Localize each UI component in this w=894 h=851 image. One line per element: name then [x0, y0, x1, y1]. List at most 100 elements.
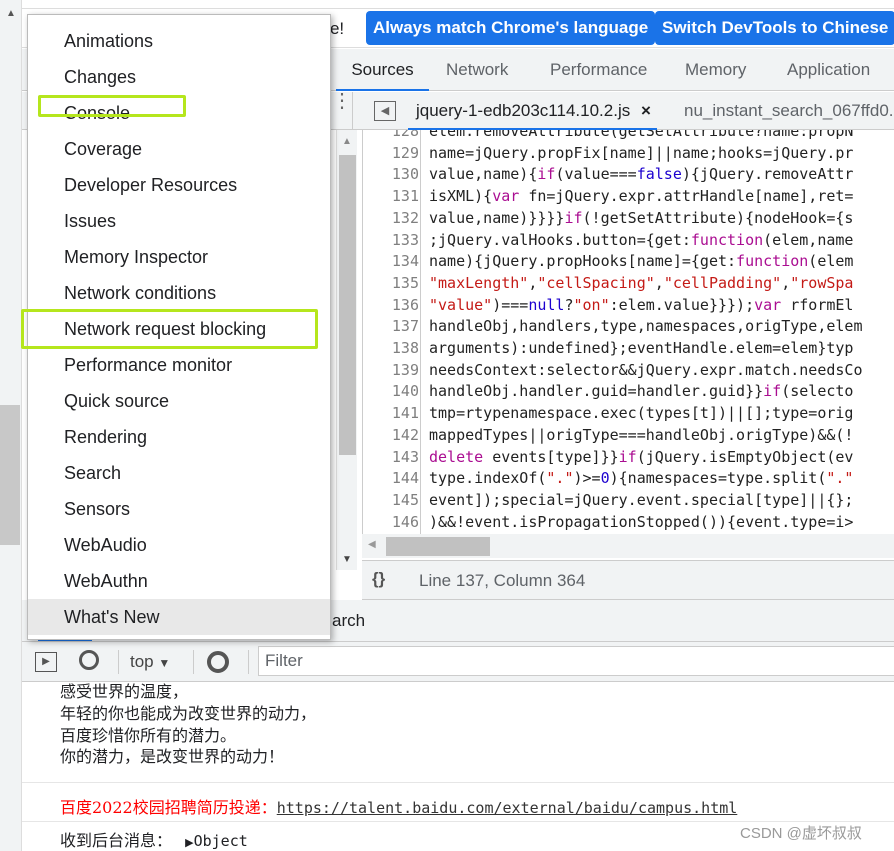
menu-item-developer-resources[interactable]: Developer Resources — [28, 167, 330, 203]
left-edge-scrollbar[interactable]: ▲ — [0, 0, 22, 851]
code-token: rformEl — [781, 295, 854, 314]
line-number[interactable]: 130 — [363, 165, 419, 183]
code-line[interactable]: mappedTypes||origType===handleObj.origTy… — [429, 426, 853, 444]
scroll-left-icon[interactable]: ◀ — [368, 539, 376, 550]
pretty-print-icon[interactable]: {} — [372, 569, 385, 589]
code-token: )&&!event.isPropagationStopped()){event.… — [429, 512, 854, 531]
line-number[interactable]: 138 — [363, 339, 419, 357]
code-line[interactable]: needsContext:selector&&jQuery.expr.match… — [429, 361, 862, 379]
code-line[interactable]: value,name){if(value===false){jQuery.rem… — [429, 165, 853, 183]
code-line[interactable]: elem.removeAttribute(getSetAttribute?nam… — [429, 130, 853, 140]
menu-item-what-s-new[interactable]: What's New — [28, 599, 330, 635]
code-line[interactable]: name=jQuery.propFix[name]||name;hooks=jQ… — [429, 144, 853, 162]
line-number[interactable]: 137 — [363, 317, 419, 335]
editor-tab-label: jquery-1-edb203c114.10.2.js — [416, 101, 631, 120]
editor-horizontal-scrollbar[interactable]: ◀ — [362, 534, 894, 558]
code-token: (elem,name — [763, 230, 854, 249]
always-match-language-button[interactable]: Always match Chrome's language — [366, 11, 656, 45]
line-number[interactable]: 131 — [363, 187, 419, 205]
line-number[interactable]: 141 — [363, 404, 419, 422]
code-line[interactable]: delete events[type]}}if(jQuery.isEmptyOb… — [429, 448, 853, 466]
code-editor[interactable]: 128 elem.removeAttribute(getSetAttribute?… — [362, 130, 894, 534]
line-number[interactable]: 143 — [363, 448, 419, 466]
menu-item-network-conditions[interactable]: Network conditions — [28, 275, 330, 311]
scrollbar-thumb[interactable] — [386, 537, 490, 556]
menu-item-animations[interactable]: Animations — [28, 23, 330, 59]
console-filter-input[interactable]: Filter — [258, 646, 894, 676]
scroll-up-icon[interactable]: ▲ — [6, 8, 16, 19]
object-preview[interactable]: Object — [194, 832, 248, 850]
line-number[interactable]: 134 — [363, 252, 419, 270]
code-line[interactable]: )&&!event.isPropagationStopped()){event.… — [429, 513, 853, 531]
live-expression-eye-icon[interactable] — [207, 651, 229, 673]
menu-item-webaudio[interactable]: WebAudio — [28, 527, 330, 563]
menu-item-sensors[interactable]: Sensors — [28, 491, 330, 527]
menu-item-performance-monitor[interactable]: Performance monitor — [28, 347, 330, 383]
tab-application[interactable]: Application — [787, 49, 870, 91]
drawer-tab-search[interactable]: arch — [332, 611, 365, 631]
line-number[interactable]: 129 — [363, 144, 419, 162]
code-line[interactable]: isXML){var fn=jQuery.expr.attrHandle[nam… — [429, 187, 853, 205]
code-line[interactable]: value,name)}}}}if(!getSetAttribute){node… — [429, 209, 853, 227]
code-line[interactable]: handleObj.handler.guid=handler.guid}}if(… — [429, 382, 853, 400]
code-token: (!getSetAttribute){nodeHook={s — [582, 208, 854, 227]
code-line[interactable]: handleObj,handlers,type,namespaces,origT… — [429, 317, 862, 335]
tab-performance[interactable]: Performance — [550, 49, 647, 91]
scroll-up-icon[interactable]: ▲ — [342, 136, 352, 147]
menu-item-webauthn[interactable]: WebAuthn — [28, 563, 330, 599]
tab-sources[interactable]: Sources — [336, 49, 429, 91]
line-number[interactable]: 146 — [363, 513, 419, 531]
editor-tab[interactable]: nu_instant_search_067ffd0. — [684, 92, 894, 130]
code-line[interactable]: name){jQuery.propHooks[name]={get:functi… — [429, 252, 853, 270]
scrollbar-thumb[interactable] — [0, 405, 20, 545]
line-number[interactable]: 140 — [363, 382, 419, 400]
recruit-link[interactable]: https://talent.baidu.com/external/baidu/… — [277, 799, 738, 817]
code-token: name=jQuery.propFix[name]||name;hooks=jQ… — [429, 143, 854, 162]
toggle-navigator-icon[interactable]: ◀ — [374, 101, 396, 121]
menu-item-changes[interactable]: Changes — [28, 59, 330, 95]
line-number[interactable]: 133 — [363, 231, 419, 249]
line-number[interactable]: 145 — [363, 491, 419, 509]
code-token: "cellPadding" — [663, 273, 782, 292]
line-number[interactable]: 142 — [363, 426, 419, 444]
menu-item-quick-source[interactable]: Quick source — [28, 383, 330, 419]
code-line[interactable]: type.indexOf(".")>=0){namespaces=type.sp… — [429, 469, 853, 487]
console-toolbar: ▶ top ▼ Filter — [22, 642, 894, 682]
tab-memory[interactable]: Memory — [685, 49, 746, 91]
line-number[interactable]: 132 — [363, 209, 419, 227]
line-number[interactable]: 128 — [363, 130, 419, 140]
scrollbar-thumb[interactable] — [339, 155, 356, 455]
show-sidebar-icon[interactable]: ▶ — [35, 652, 57, 672]
code-line[interactable]: arguments):undefined};eventHandle.elem=e… — [429, 339, 853, 357]
code-token: "." — [546, 469, 574, 488]
close-tab-icon[interactable]: × — [641, 101, 651, 120]
switch-to-chinese-button[interactable]: Switch DevTools to Chinese — [655, 11, 894, 45]
code-token: , — [654, 273, 664, 292]
clear-console-icon[interactable] — [79, 650, 99, 670]
code-line[interactable]: ;jQuery.valHooks.button={get:function(el… — [429, 231, 853, 249]
navigator-scrollbar[interactable]: ▲ ▼ — [336, 130, 357, 570]
expand-triangle-icon[interactable]: ▶ — [185, 836, 193, 849]
line-number[interactable]: 139 — [363, 361, 419, 379]
menu-item-rendering[interactable]: Rendering — [28, 419, 330, 455]
menu-item-search[interactable]: Search — [28, 455, 330, 491]
tab-network[interactable]: Network — [446, 49, 508, 91]
menu-item-memory-inspector[interactable]: Memory Inspector — [28, 239, 330, 275]
code-token: if — [763, 382, 782, 401]
more-options-icon[interactable]: ⋮ — [332, 91, 352, 111]
console-line: 你的潜力，是改变世界的动力！ — [60, 747, 285, 766]
editor-tab-active[interactable]: jquery-1-edb203c114.10.2.js × — [408, 92, 657, 130]
menu-item-coverage[interactable]: Coverage — [28, 131, 330, 167]
line-number[interactable]: 144 — [363, 469, 419, 487]
line-number[interactable]: 136 — [363, 296, 419, 314]
code-line[interactable]: tmp=rtypenamespace.exec(types[t])||[];ty… — [429, 404, 853, 422]
code-token: "maxLength" — [429, 273, 529, 292]
code-line[interactable]: "value")===null?"on":elem.value}}});var … — [429, 296, 853, 314]
menu-item-issues[interactable]: Issues — [28, 203, 330, 239]
code-line[interactable]: "maxLength","cellSpacing","cellPadding",… — [429, 274, 853, 292]
context-selector[interactable]: top ▼ — [130, 652, 170, 672]
scroll-down-icon[interactable]: ▼ — [342, 554, 352, 565]
code-token: delete — [429, 447, 484, 466]
line-number[interactable]: 135 — [363, 274, 419, 292]
code-line[interactable]: event]);special=jQuery.event.special[typ… — [429, 491, 853, 509]
